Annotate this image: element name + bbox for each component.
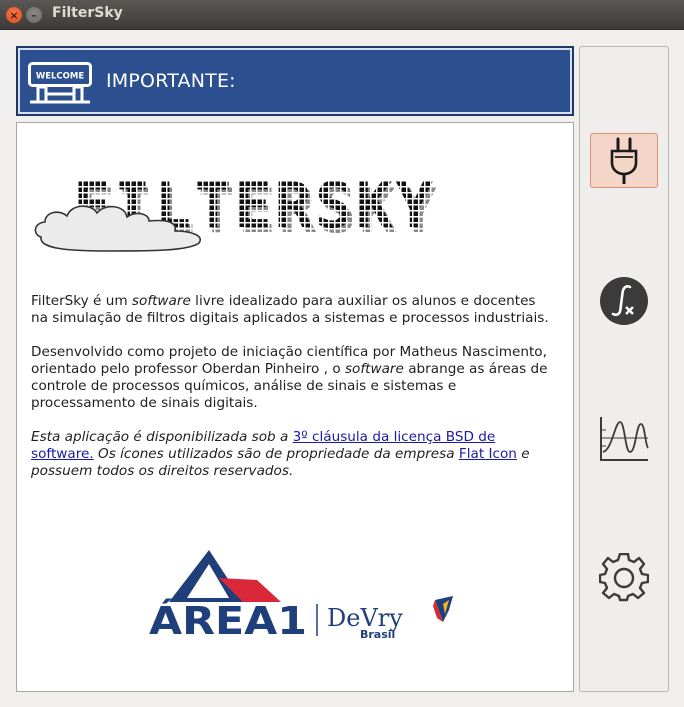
gear-icon: [599, 552, 649, 601]
sponsor-logos: ÁREA1 DeVry Brasil: [149, 550, 453, 643]
filtersky-logo: FILTERSKY FILTERSKY: [34, 169, 437, 252]
license-paragraph: Esta aplicação é disponibilizada sob a 3…: [31, 429, 530, 479]
signal-chart-icon: [600, 416, 649, 461]
close-window-button[interactable]: ×: [6, 7, 22, 23]
welcome-sign-text: WELCOME: [36, 72, 85, 82]
banner-title: IMPORTANTE:: [106, 70, 236, 92]
plug-icon: [610, 137, 638, 184]
sidebar-item-signals[interactable]: [590, 411, 658, 466]
sidebar-item-about[interactable]: [590, 133, 658, 188]
welcome-sign-icon: WELCOME: [28, 62, 92, 104]
window-title: FilterSky: [52, 5, 123, 21]
flat-icon-link[interactable]: Flat Icon: [459, 446, 517, 462]
area1-logo: ÁREA1: [149, 550, 307, 643]
description-paragraph: FilterSky é um software livre idealizado…: [31, 293, 549, 326]
minimize-window-button[interactable]: –: [26, 7, 42, 23]
brasil-text: Brasil: [360, 628, 395, 641]
devry-shield-icon: [433, 596, 453, 622]
header-banner: WELCOME IMPORTANTE:: [16, 46, 574, 116]
credits-paragraph: Desenvolvido como projeto de iniciação c…: [31, 344, 548, 411]
sidebar: [579, 46, 669, 692]
window-titlebar: × – FilterSky: [0, 0, 684, 30]
area1-text: ÁREA1: [149, 599, 307, 643]
about-panel: FILTERSKY FILTERSKY FilterSky é um softw…: [16, 122, 574, 692]
sidebar-item-settings[interactable]: [590, 550, 658, 605]
function-icon: [600, 276, 648, 325]
sidebar-item-functions[interactable]: [590, 273, 658, 328]
